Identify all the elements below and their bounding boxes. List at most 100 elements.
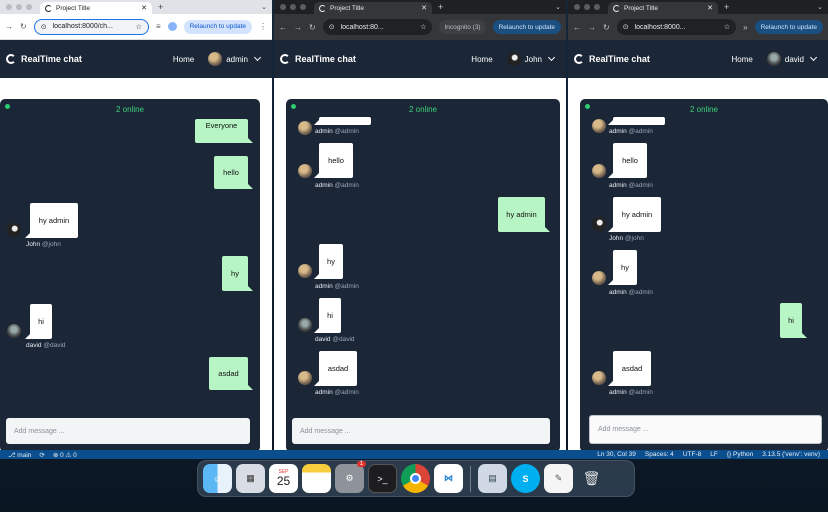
- address-bar[interactable]: ⊙ localhost:8000... ☆: [616, 19, 737, 35]
- tab-search-icon[interactable]: ⌄: [817, 3, 823, 11]
- user-menu[interactable]: admin: [208, 52, 262, 66]
- avatar: [592, 371, 606, 385]
- sync-icon[interactable]: ⟳: [39, 451, 44, 459]
- avatar: [208, 52, 223, 66]
- brand-name: RealTime chat: [21, 54, 82, 64]
- menu-icon[interactable]: ⋮: [259, 22, 267, 31]
- avatar: [592, 217, 606, 231]
- site-info-icon[interactable]: ⊙: [329, 23, 335, 31]
- notes-icon[interactable]: [302, 464, 331, 493]
- app-logo[interactable]: RealTime chat: [280, 54, 356, 64]
- message-bubble-out: asdad: [209, 357, 253, 390]
- user-menu[interactable]: John: [506, 52, 556, 66]
- logo-icon: [574, 54, 584, 64]
- tab-bar: Project Title ✕ + ⌄: [0, 0, 272, 14]
- relaunch-button[interactable]: Relaunch to update: [183, 19, 252, 34]
- profile-icon[interactable]: [167, 22, 177, 31]
- system-settings-icon[interactable]: ⚙ 1: [335, 461, 366, 493]
- message-input[interactable]: Add message ...: [292, 418, 550, 444]
- url-text: localhost:8000/ch...: [52, 23, 113, 30]
- bookmark-star-icon[interactable]: ☆: [724, 23, 730, 31]
- new-tab-icon[interactable]: +: [158, 2, 163, 12]
- reload-icon[interactable]: ↻: [20, 22, 27, 31]
- back-icon[interactable]: ←: [279, 23, 287, 32]
- problems-item[interactable]: ⊗ 0 ⚠ 0: [53, 451, 77, 459]
- message-author: admin @admin: [609, 128, 653, 135]
- nav-home-link[interactable]: Home: [471, 55, 492, 64]
- tab-search-icon[interactable]: ⌄: [261, 3, 267, 11]
- vscode-icon[interactable]: ⋈: [434, 464, 463, 493]
- user-menu[interactable]: david: [766, 52, 818, 66]
- reading-list-icon[interactable]: ≡: [156, 22, 161, 31]
- browser-tab[interactable]: Project Title ✕: [608, 2, 718, 14]
- editor-status-bar: ⎇ main ⟳ ⊗ 0 ⚠ 0 Ln 30, Col 39 Spaces: 4…: [0, 450, 828, 459]
- traffic-lights[interactable]: [574, 4, 600, 10]
- trash-icon[interactable]: 🗑: [577, 464, 606, 493]
- favicon-icon: [319, 4, 326, 12]
- favicon-icon: [613, 4, 620, 12]
- app-logo[interactable]: RealTime chat: [574, 54, 650, 64]
- preview-icon[interactable]: ▤: [478, 464, 507, 493]
- traffic-lights[interactable]: [280, 4, 306, 10]
- finder-icon[interactable]: ☺: [203, 464, 232, 493]
- message-bubble-in: hy: [314, 244, 343, 279]
- tab-search-icon[interactable]: ⌄: [555, 3, 561, 11]
- message-author: admin @admin: [609, 389, 653, 396]
- close-tab-icon[interactable]: ✕: [421, 4, 427, 12]
- python-interpreter[interactable]: 3.13.5 ('venv': venv): [762, 451, 820, 458]
- message-author: admin @admin: [315, 389, 359, 396]
- favicon-icon: [45, 4, 52, 12]
- message-bubble-out: hi: [780, 303, 807, 338]
- relaunch-button[interactable]: Relaunch to update: [754, 20, 823, 34]
- site-info-icon[interactable]: ⊙: [623, 23, 629, 31]
- forward-icon[interactable]: →: [294, 23, 302, 32]
- chat-panel: 2 online admin @admin hello admin @admin…: [286, 99, 560, 452]
- textedit-icon[interactable]: ✎: [544, 464, 573, 493]
- language-mode[interactable]: {} Python: [727, 451, 753, 458]
- forward-icon[interactable]: →: [5, 22, 13, 31]
- language-name: Python: [732, 451, 754, 458]
- app-logo[interactable]: RealTime chat: [6, 54, 82, 64]
- close-tab-icon[interactable]: ✕: [707, 4, 713, 12]
- file-encoding[interactable]: UTF-8: [683, 451, 701, 458]
- browser-window-admin: Project Title ✕ + ⌄ → ↻ ⊙ localhost:8000…: [0, 0, 272, 452]
- message-author: admin @admin: [315, 182, 359, 189]
- relaunch-button[interactable]: Relaunch to update: [492, 20, 561, 34]
- message-bubble-out: hy admin: [498, 197, 550, 232]
- indentation[interactable]: Spaces: 4: [645, 451, 674, 458]
- forward-icon[interactable]: →: [588, 23, 596, 32]
- back-icon[interactable]: ←: [573, 23, 581, 32]
- address-bar[interactable]: ⊙ localhost:80... ☆: [322, 19, 433, 35]
- message-input[interactable]: Add message ...: [589, 415, 822, 444]
- bookmark-star-icon[interactable]: ☆: [420, 23, 426, 31]
- calendar-icon[interactable]: SEP 25: [269, 464, 298, 493]
- traffic-lights[interactable]: [6, 4, 32, 10]
- terminal-icon[interactable]: >_: [368, 464, 397, 493]
- launchpad-icon[interactable]: ▦: [236, 464, 265, 493]
- reload-icon[interactable]: ↻: [309, 23, 316, 32]
- line-ending[interactable]: LF: [710, 451, 718, 458]
- new-tab-icon[interactable]: +: [438, 2, 443, 12]
- address-bar[interactable]: ⊙ localhost:8000/ch... ☆: [33, 18, 149, 35]
- nav-home-link[interactable]: Home: [732, 55, 753, 64]
- cursor-position[interactable]: Ln 30, Col 39: [597, 451, 636, 458]
- chat-panel: 2 online admin @admin hello admin @admin…: [580, 99, 828, 452]
- site-info-icon[interactable]: ⊙: [41, 23, 47, 31]
- new-tab-icon[interactable]: +: [724, 2, 729, 12]
- git-branch-item[interactable]: ⎇ main: [8, 451, 31, 459]
- message-bubble-in: hi: [314, 298, 341, 333]
- message-input[interactable]: Add message ...: [6, 418, 250, 444]
- more-tools-icon[interactable]: »: [743, 23, 747, 32]
- browser-tab[interactable]: Project Title ✕: [40, 2, 152, 14]
- avatar: [298, 371, 312, 385]
- incognito-chip[interactable]: Incognito (3): [439, 20, 486, 34]
- reload-icon[interactable]: ↻: [603, 23, 610, 32]
- close-tab-icon[interactable]: ✕: [141, 4, 147, 12]
- message-author: admin @admin: [609, 182, 653, 189]
- nav-home-link[interactable]: Home: [173, 55, 194, 64]
- chrome-icon[interactable]: [401, 464, 430, 493]
- url-text: localhost:80...: [340, 23, 384, 31]
- skype-icon[interactable]: S: [511, 464, 540, 493]
- bookmark-star-icon[interactable]: ☆: [136, 23, 142, 31]
- browser-tab[interactable]: Project Title ✕: [314, 2, 432, 14]
